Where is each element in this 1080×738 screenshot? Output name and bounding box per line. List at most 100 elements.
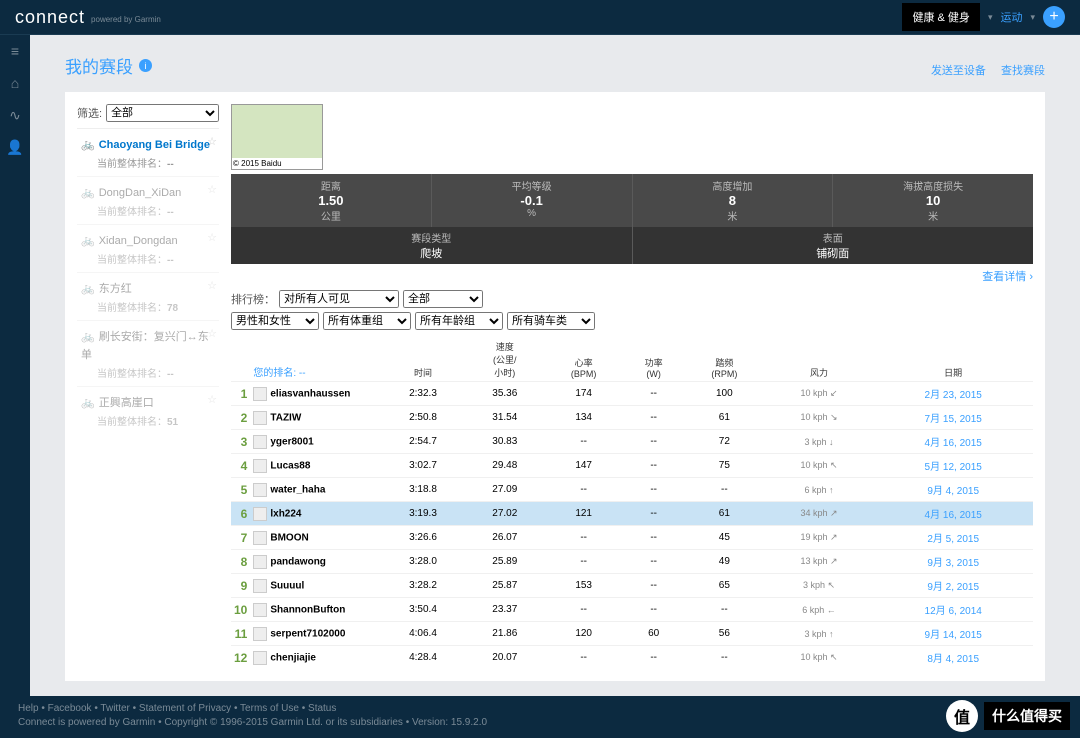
avatar — [253, 627, 267, 641]
date-link[interactable]: 4月 16, 2015 — [925, 438, 982, 449]
date-link[interactable]: 5月 12, 2015 — [925, 462, 982, 473]
content: 我的赛段 i 发送至设备 查找赛段 筛选: 全部 🚲Chaoyang Bei B… — [30, 35, 1080, 696]
table-row[interactable]: 5water_haha3:18.827.09------6 kph ↑9月 4,… — [231, 478, 1033, 502]
your-rank-link[interactable]: 您的排名: -- — [253, 368, 305, 379]
leaderboard-table: 您的排名: -- 时间 速度 (公里/ 小时) 心率 (BPM) 功率 (W) … — [231, 338, 1033, 669]
stat-cell: 赛段类型爬坡 — [231, 227, 633, 264]
date-link[interactable]: 12月 6, 2014 — [925, 606, 982, 617]
segment-item[interactable]: 🚲刷长安街：复兴门↔东单☆当前整体排名：-- — [77, 320, 219, 386]
star-icon[interactable]: ☆ — [207, 279, 217, 292]
star-icon[interactable]: ☆ — [207, 135, 217, 148]
avatar — [253, 531, 267, 545]
health-dropdown-icon[interactable]: ▾ — [988, 12, 993, 23]
table-row[interactable]: 4Lucas883:02.729.48147--7510 kph ↖5月 12,… — [231, 454, 1033, 478]
sport-link[interactable]: 运动 — [1000, 9, 1022, 25]
add-button[interactable]: + — [1043, 6, 1065, 28]
stat-cell: 表面铺砌面 — [633, 227, 1034, 264]
col-time: 时间 — [380, 338, 465, 382]
star-icon[interactable]: ☆ — [207, 327, 217, 340]
demographic-filter[interactable]: 男性和女性 — [231, 312, 319, 330]
table-row[interactable]: 12chenjiajie4:28.420.07------10 kph ↖8月 … — [231, 646, 1033, 670]
table-row[interactable]: 10ShannonBufton3:50.423.37------6 kph ←1… — [231, 598, 1033, 622]
segment-name: 东方红 — [99, 283, 132, 295]
star-icon[interactable]: ☆ — [207, 183, 217, 196]
filter-label: 筛选: — [77, 105, 102, 121]
segment-name: 正興高崖口 — [99, 397, 154, 409]
bike-icon: 🚲 — [81, 235, 95, 247]
page-title-text: 我的赛段 — [65, 53, 133, 78]
bike-icon: 🚲 — [81, 397, 95, 409]
segment-name: Xidan_Dongdan — [99, 235, 178, 247]
date-link[interactable]: 2月 5, 2015 — [927, 534, 979, 545]
segment-map[interactable] — [231, 104, 323, 170]
date-link[interactable]: 9月 3, 2015 — [927, 558, 979, 569]
avatar — [253, 555, 267, 569]
footer-links[interactable]: Help • Facebook • Twitter • Statement of… — [18, 703, 336, 714]
visibility-select[interactable]: 对所有人可见 — [279, 290, 399, 308]
stat-cell: 平均等级-0.1% — [432, 174, 633, 227]
footer-copyright: Connect is powered by Garmin • Copyright… — [18, 716, 1062, 730]
star-icon[interactable]: ☆ — [207, 231, 217, 244]
sport-dropdown-icon[interactable]: ▾ — [1030, 12, 1035, 23]
date-link[interactable]: 9月 2, 2015 — [927, 582, 979, 593]
table-row[interactable]: 3yger80012:54.730.83----723 kph ↓4月 16, … — [231, 430, 1033, 454]
footer: Help • Facebook • Twitter • Statement of… — [0, 696, 1080, 738]
col-speed: 速度 (公里/ 小时) — [466, 338, 544, 382]
table-row[interactable]: 7BMOON3:26.626.07----4519 kph ↗2月 5, 201… — [231, 526, 1033, 550]
find-segment-link[interactable]: 查找赛段 — [1001, 65, 1045, 77]
segment-item[interactable]: 🚲东方红☆当前整体排名：78 — [77, 272, 219, 320]
date-link[interactable]: 4月 16, 2015 — [925, 510, 982, 521]
bike-icon: 🚲 — [81, 139, 95, 151]
table-row[interactable]: 2TAZIW2:50.831.54134--6110 kph ↘7月 15, 2… — [231, 406, 1033, 430]
demographic-filter[interactable]: 所有年龄组 — [415, 312, 503, 330]
page-title: 我的赛段 i — [65, 53, 1045, 78]
brand-subtitle: powered by Garmin — [91, 15, 161, 24]
col-date: 日期 — [873, 338, 1033, 382]
filter-select[interactable]: 全部 — [106, 104, 219, 122]
view-detail-link[interactable]: 查看详情 › — [982, 271, 1033, 283]
avatar — [253, 435, 267, 449]
activity-icon[interactable]: ∿ — [7, 107, 23, 123]
info-icon[interactable]: i — [139, 59, 152, 72]
send-to-device-link[interactable]: 发送至设备 — [931, 65, 986, 77]
table-row[interactable]: 1eliasvanhaussen2:32.335.36174--10010 kp… — [231, 382, 1033, 406]
segment-item[interactable]: 🚲正興高崖口☆当前整体排名：51 — [77, 386, 219, 434]
health-fitness-button[interactable]: 健康 & 健身 — [902, 3, 979, 31]
bike-icon: 🚲 — [81, 331, 95, 343]
avatar — [253, 507, 267, 521]
avatar — [253, 651, 267, 665]
avatar — [253, 579, 267, 593]
stat-cell: 距离1.50公里 — [231, 174, 432, 227]
date-link[interactable]: 9月 14, 2015 — [925, 630, 982, 641]
segment-item[interactable]: 🚲Xidan_Dongdan☆当前整体排名：-- — [77, 224, 219, 272]
date-link[interactable]: 2月 23, 2015 — [925, 390, 982, 401]
avatar — [253, 459, 267, 473]
table-row[interactable]: 8pandawong3:28.025.89----4913 kph ↗9月 3,… — [231, 550, 1033, 574]
date-link[interactable]: 7月 15, 2015 — [925, 414, 982, 425]
date-link[interactable]: 9月 4, 2015 — [927, 486, 979, 497]
demographic-filter[interactable]: 所有骑车类 — [507, 312, 595, 330]
profile-icon[interactable]: 👤 — [7, 139, 23, 155]
col-cadence: 踏频 (RPM) — [684, 338, 765, 382]
segment-rank: 当前整体排名：-- — [97, 203, 215, 218]
demographic-filter[interactable]: 所有体重组 — [323, 312, 411, 330]
menu-icon[interactable]: ≡ — [7, 43, 23, 59]
segment-item[interactable]: 🚲Chaoyang Bei Bridge☆当前整体排名：-- — [77, 128, 219, 176]
date-link[interactable]: 8月 4, 2015 — [927, 654, 979, 665]
segment-item[interactable]: 🚲DongDan_XiDan☆当前整体排名：-- — [77, 176, 219, 224]
stat-cell: 海拔高度损失10米 — [833, 174, 1033, 227]
brand-logo[interactable]: connect — [15, 7, 85, 28]
scope-select[interactable]: 全部 — [403, 290, 483, 308]
table-row[interactable]: 11serpent71020004:06.421.8612060563 kph … — [231, 622, 1033, 646]
leaderboard-label: 排行榜： — [231, 291, 275, 307]
table-row[interactable]: 9Suuuul3:28.225.87153--653 kph ↖9月 2, 20… — [231, 574, 1033, 598]
star-icon[interactable]: ☆ — [207, 393, 217, 406]
device-icon[interactable]: ⌂ — [7, 75, 23, 91]
segment-rank: 当前整体排名：-- — [97, 365, 215, 380]
watermark: 值 什么值得买 — [946, 700, 1070, 732]
table-row[interactable]: 6lxh2243:19.327.02121--6134 kph ↗4月 16, … — [231, 502, 1033, 526]
watermark-text: 什么值得买 — [984, 702, 1070, 730]
stats-panel: 距离1.50公里平均等级-0.1%高度增加8米海拔高度损失10米 赛段类型爬坡表… — [231, 174, 1033, 264]
avatar — [253, 603, 267, 617]
segment-name: DongDan_XiDan — [99, 187, 182, 199]
